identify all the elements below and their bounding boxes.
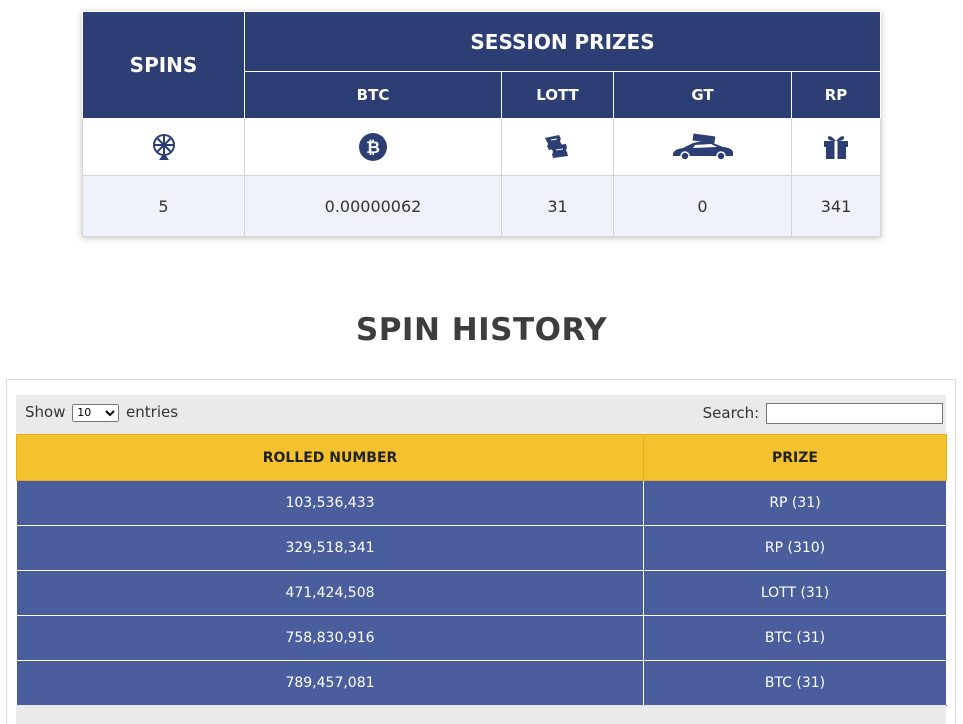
svg-text:₿: ₿	[366, 138, 380, 158]
table-row: 329,518,341 RP (310)	[16, 525, 947, 571]
gt-icon-cell	[613, 118, 792, 176]
prize-cell: BTC (31)	[643, 615, 947, 661]
rolled-number-cell: 103,536,433	[16, 480, 644, 526]
search-label: Search:	[702, 404, 760, 422]
table-controls: Show 10 entries Search:	[16, 395, 946, 435]
rolled-number-cell: 758,830,916	[16, 615, 644, 661]
spin-history-panel: Show 10 entries Search: ROLLED NUMBER PR…	[6, 379, 956, 724]
spin-history-table: ROLLED NUMBER PRIZE 103,536,433 RP (31) …	[16, 434, 947, 706]
car-icon	[672, 133, 733, 161]
rp-value: 341	[790, 175, 882, 237]
spins-header: SPINS	[82, 11, 245, 119]
prize-header[interactable]: PRIZE	[643, 434, 947, 481]
prize-cell: RP (310)	[643, 525, 947, 571]
tickets-icon	[544, 135, 568, 158]
show-label: Show	[25, 403, 66, 421]
gt-header: GT	[613, 71, 792, 119]
session-prizes-header: SESSION PRIZES	[243, 11, 882, 72]
btc-value: 0.00000062	[244, 175, 502, 237]
btc-icon-cell: ₿	[244, 118, 502, 176]
spins-icon-cell	[82, 118, 245, 176]
lott-value: 31	[501, 175, 614, 237]
prize-cell: LOTT (31)	[643, 570, 947, 616]
table-row: 103,536,433 RP (31)	[16, 480, 947, 526]
table-row: 471,424,508 LOTT (31)	[16, 570, 947, 616]
spins-value: 5	[82, 175, 245, 237]
wheel-icon	[152, 134, 175, 160]
spin-history-title: SPIN HISTORY	[355, 312, 608, 348]
bitcoin-icon: ₿	[359, 133, 387, 161]
lott-icon-cell	[501, 118, 614, 176]
rolled-number-header[interactable]: ROLLED NUMBER	[16, 434, 644, 481]
entries-length-control: Show 10 entries	[25, 403, 178, 422]
table-row: 758,830,916 BTC (31)	[16, 615, 947, 661]
lott-header: LOTT	[501, 71, 614, 119]
gift-icon	[824, 136, 848, 159]
table-footer	[16, 705, 946, 724]
entries-select[interactable]: 10	[72, 403, 120, 422]
search-input[interactable]	[766, 403, 943, 424]
btc-header: BTC	[244, 71, 502, 119]
prize-cell: BTC (31)	[643, 660, 947, 706]
rolled-number-cell: 789,457,081	[16, 660, 644, 706]
gt-value: 0	[613, 175, 792, 237]
rolled-number-cell: 471,424,508	[16, 570, 644, 616]
entries-label: entries	[126, 403, 179, 421]
session-prizes-table: SPINS SESSION PRIZES BTC LOTT GT RP ₿ 5 …	[82, 11, 882, 237]
prize-cell: RP (31)	[643, 480, 947, 526]
rp-icon-cell	[790, 118, 882, 176]
rolled-number-cell: 329,518,341	[16, 525, 644, 571]
table-row: 789,457,081 BTC (31)	[16, 660, 947, 706]
search-control: Search:	[703, 403, 943, 424]
rp-header: RP	[790, 71, 882, 119]
